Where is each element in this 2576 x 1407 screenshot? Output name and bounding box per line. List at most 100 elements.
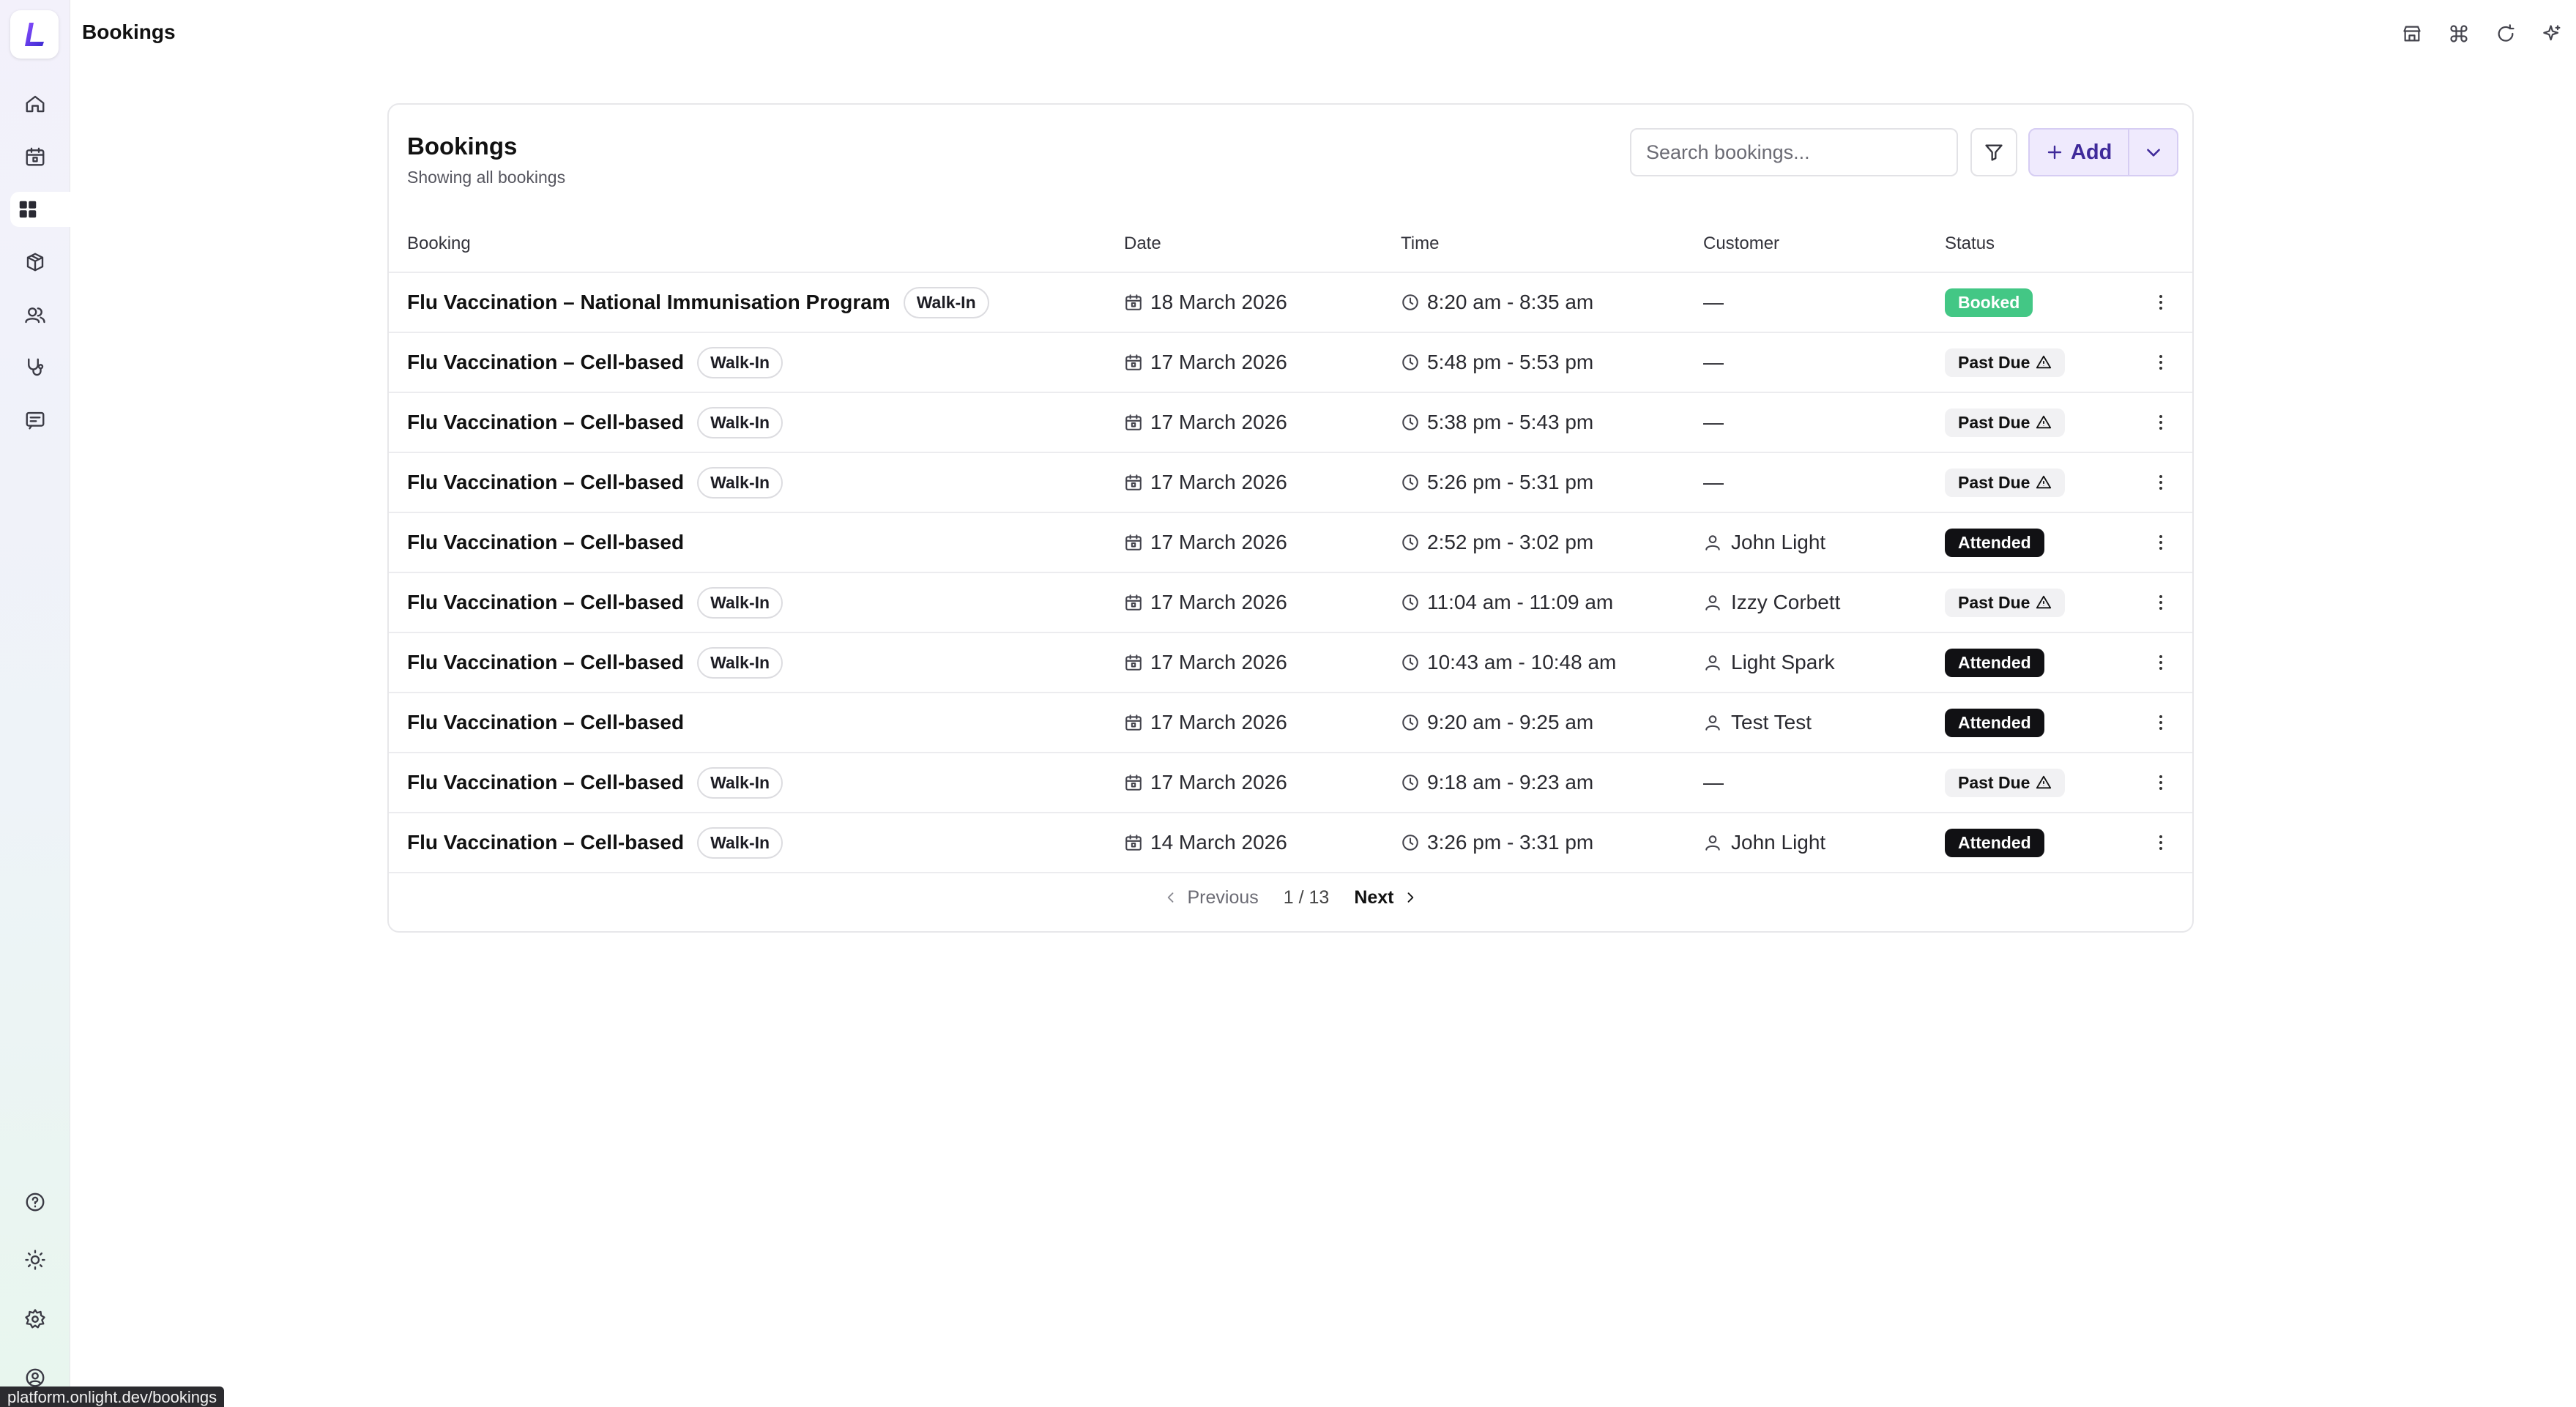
app-logo[interactable] [10,10,59,59]
customer-name[interactable]: — [1703,471,1724,494]
search-input[interactable] [1630,128,1958,176]
table-row[interactable]: Flu Vaccination – Cell-based 17 March 20… [389,513,2192,573]
customer-cell: Light Spark [1703,633,1835,692]
sidebar-help[interactable] [18,1184,53,1220]
customer-cell: — [1703,453,1724,512]
sidebar-item-calendar[interactable] [18,139,53,174]
customer-cell: John Light [1703,513,1825,572]
column-header-customer[interactable]: Customer [1703,234,1779,254]
row-actions-button[interactable] [2146,453,2175,512]
clock-icon [1401,653,1420,672]
booking-name[interactable]: Flu Vaccination – Cell-based [407,591,684,614]
column-header-time[interactable]: Time [1401,234,1439,254]
table-row[interactable]: Flu Vaccination – Cell-based Walk-In 17 … [389,753,2192,813]
calendar-icon [1124,533,1143,552]
booking-name[interactable]: Flu Vaccination – National Immunisation … [407,291,890,314]
table-row[interactable]: Flu Vaccination – Cell-based 17 March 20… [389,693,2192,753]
sidebar-item-clinical[interactable] [18,350,53,385]
row-actions-button[interactable] [2146,753,2175,812]
column-header-booking[interactable]: Booking [407,234,471,254]
date-cell: 14 March 2026 [1124,813,1287,872]
sidebar-item-products[interactable] [18,245,53,280]
refresh-button[interactable] [2482,16,2529,51]
calendar-icon [1124,653,1143,672]
customer-name[interactable]: Test Test [1731,711,1812,734]
stethoscope-icon [28,358,44,376]
customer-name[interactable]: — [1703,411,1724,434]
row-actions-button[interactable] [2146,513,2175,572]
ai-assistant-button[interactable] [2529,16,2576,51]
status-cell: Attended [1945,633,2044,692]
status-label: Attended [1958,532,2031,552]
table-row[interactable]: Flu Vaccination – Cell-based Walk-In 17 … [389,573,2192,633]
status-badge: Past Due [1945,468,2066,497]
booking-cell: Flu Vaccination – National Immunisation … [407,273,989,332]
customer-name[interactable]: — [1703,291,1724,314]
more-vertical-icon [2159,475,2162,490]
date-cell: 17 March 2026 [1124,453,1287,512]
row-actions-button[interactable] [2146,573,2175,632]
chevron-down-icon [2146,149,2160,157]
table-row[interactable]: Flu Vaccination – Cell-based Walk-In 17 … [389,453,2192,513]
status-label: Past Due [1958,352,2030,372]
booking-name[interactable]: Flu Vaccination – Cell-based [407,651,684,674]
previous-page-button[interactable]: Previous [1164,887,1259,908]
sidebar-item-customers[interactable] [18,297,53,332]
status-cell: Past Due [1945,753,2066,812]
status-url: platform.onlight.dev/bookings [0,1387,225,1407]
booking-name[interactable]: Flu Vaccination – Cell-based [407,411,684,434]
row-actions-button[interactable] [2146,633,2175,692]
bookings-card: Bookings Showing all bookings Add Bookin… [387,103,2194,933]
booking-date: 18 March 2026 [1150,291,1287,313]
customer-name[interactable]: — [1703,351,1724,374]
table-row[interactable]: Flu Vaccination – Cell-based Walk-In 17 … [389,393,2192,453]
row-actions-button[interactable] [2146,693,2175,752]
customer-name[interactable]: John Light [1731,831,1825,854]
booking-cell: Flu Vaccination – Cell-based [407,513,684,572]
add-dropdown-button[interactable] [2128,130,2177,175]
booking-name[interactable]: Flu Vaccination – Cell-based [407,711,684,734]
booking-name[interactable]: Flu Vaccination – Cell-based [407,531,684,554]
booking-time: 11:04 am - 11:09 am [1427,591,1614,613]
command-button[interactable] [2435,16,2482,51]
status-cell: Booked [1945,273,2033,332]
store-button[interactable] [2389,16,2435,51]
booking-name[interactable]: Flu Vaccination – Cell-based [407,771,684,794]
status-badge: Attended [1945,828,2044,857]
row-actions-button[interactable] [2146,813,2175,872]
customer-name[interactable]: Izzy Corbett [1731,591,1840,614]
booking-cell: Flu Vaccination – Cell-based Walk-In [407,573,783,632]
customer-name[interactable]: Light Spark [1731,651,1835,674]
row-actions-button[interactable] [2146,273,2175,332]
walk-in-tag: Walk-In [697,826,783,859]
status-label: Attended [1958,832,2031,852]
status-cell: Attended [1945,693,2044,752]
booking-name[interactable]: Flu Vaccination – Cell-based [407,471,684,494]
sidebar-theme-toggle[interactable] [18,1242,53,1277]
sidebar-item-messages[interactable] [18,403,53,438]
column-header-date[interactable]: Date [1124,234,1161,254]
clock-icon [1401,593,1420,612]
add-button[interactable]: Add [2030,130,2128,175]
sidebar-settings[interactable] [18,1302,53,1337]
table-row[interactable]: Flu Vaccination – Cell-based Walk-In 17 … [389,633,2192,693]
column-header-status[interactable]: Status [1945,234,1995,254]
booking-time: 9:18 am - 9:23 am [1427,771,1594,794]
table-row[interactable]: Flu Vaccination – National Immunisation … [389,273,2192,333]
row-actions-button[interactable] [2146,393,2175,452]
table-row[interactable]: Flu Vaccination – Cell-based Walk-In 17 … [389,333,2192,393]
next-page-button[interactable]: Next [1354,887,1417,908]
filter-button[interactable] [1970,128,2017,176]
more-vertical-icon [2159,655,2162,670]
booking-name[interactable]: Flu Vaccination – Cell-based [407,831,684,854]
customer-name[interactable]: — [1703,771,1724,794]
booking-date: 17 March 2026 [1150,591,1287,613]
card-title: Bookings [407,133,518,160]
sidebar-item-home[interactable] [18,86,53,122]
table-row[interactable]: Flu Vaccination – Cell-based Walk-In 14 … [389,813,2192,873]
booking-name[interactable]: Flu Vaccination – Cell-based [407,351,684,374]
row-actions-button[interactable] [2146,333,2175,392]
customer-name[interactable]: John Light [1731,531,1825,554]
sidebar-item-dashboard[interactable] [10,192,70,227]
booking-cell: Flu Vaccination – Cell-based [407,693,684,752]
